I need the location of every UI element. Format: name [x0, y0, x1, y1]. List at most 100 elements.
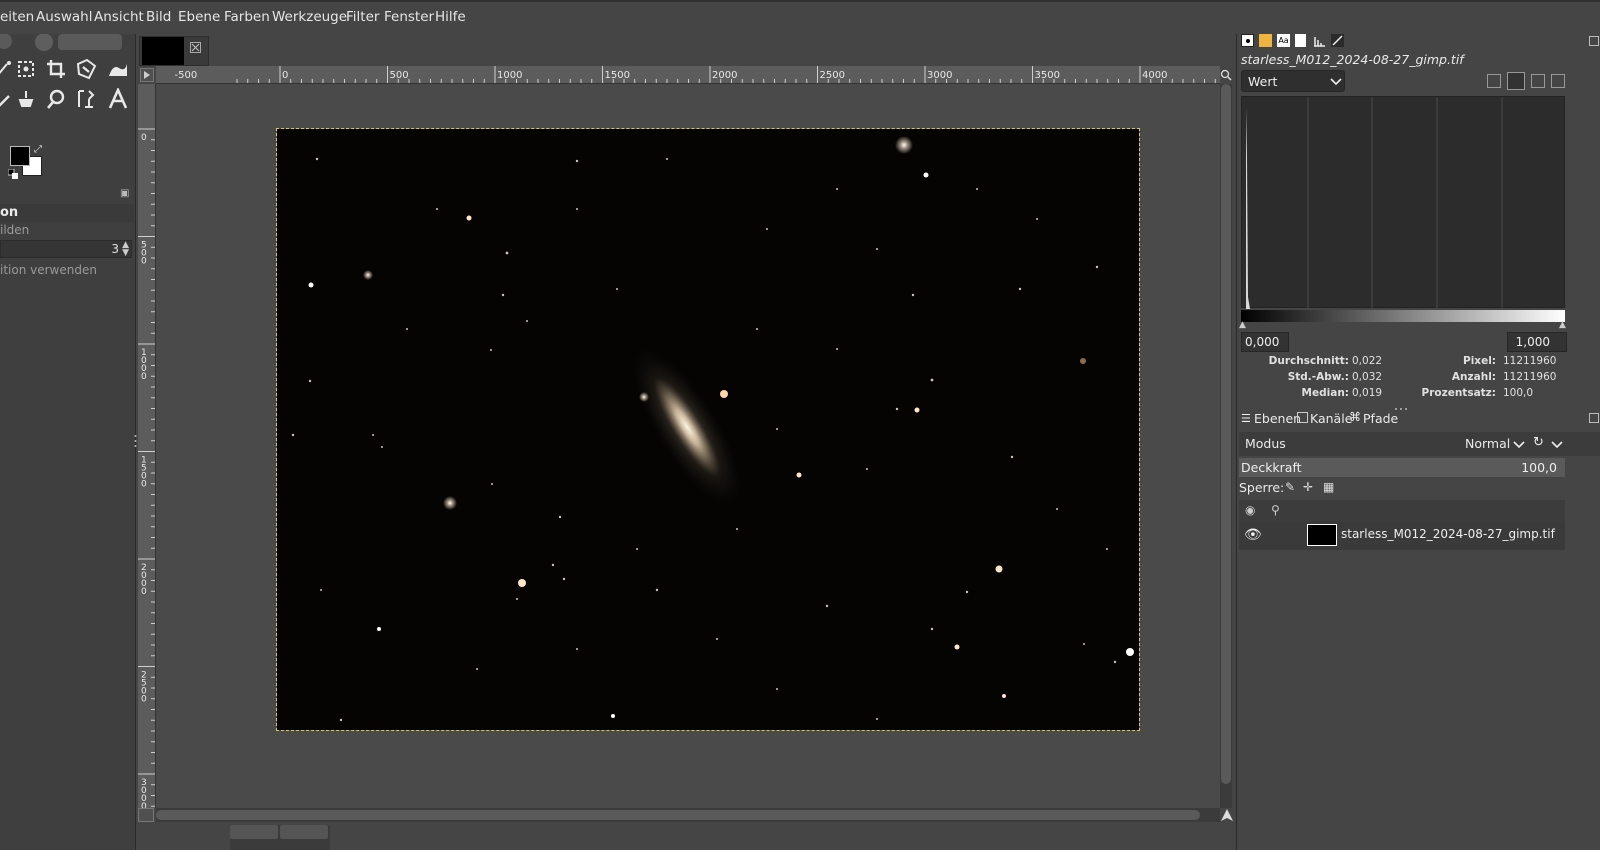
- menu-help[interactable]: Hilfe: [435, 9, 466, 25]
- close-tab-icon[interactable]: [190, 42, 201, 53]
- zoom-image-icon[interactable]: [1220, 68, 1232, 82]
- dock-configure-icon[interactable]: ▣: [120, 188, 129, 199]
- swap-colors-icon[interactable]: ⤢: [34, 144, 42, 155]
- ruler-label: 1500: [605, 70, 630, 81]
- range-min-input[interactable]: 0,000: [1241, 332, 1289, 352]
- histogram-gradient-bar: [1241, 310, 1565, 322]
- ruler-label: 0: [141, 695, 147, 705]
- tab-paths[interactable]: Pfade: [1363, 411, 1398, 426]
- stat-stddev-label: Std.-Abw.:: [1287, 371, 1349, 383]
- mode-select[interactable]: Normal: [1453, 432, 1527, 456]
- chain-header-icon: ⚲: [1271, 503, 1280, 517]
- quick-mask-toggle-icon[interactable]: [140, 68, 154, 82]
- image-tab[interactable]: [139, 36, 209, 66]
- menu-select[interactable]: Auswahl: [36, 9, 92, 25]
- lock-alpha-icon[interactable]: ▦: [1323, 480, 1334, 494]
- dock-resize-handle[interactable]: [134, 434, 137, 448]
- ruler-label: 0: [141, 257, 147, 267]
- lock-pixels-icon[interactable]: ✎: [1285, 480, 1295, 494]
- tab-tool-options-icon[interactable]: [1241, 34, 1254, 47]
- pointer-info-toggle[interactable]: [138, 808, 154, 822]
- unified-transform-tool-icon[interactable]: [74, 57, 98, 81]
- tab-brushes-icon[interactable]: [1331, 34, 1344, 47]
- composite-mode-select[interactable]: ↻: [1531, 432, 1567, 456]
- unit-selector[interactable]: [230, 825, 278, 839]
- vertical-scrollbar[interactable]: [1220, 84, 1232, 808]
- zoom-selector[interactable]: [280, 825, 328, 839]
- layer-list-header: ◉ ⚲: [1239, 500, 1565, 522]
- text-tool-icon[interactable]: [106, 87, 130, 111]
- vertical-scrollbar-thumb[interactable]: [1221, 84, 1231, 784]
- tab-histogram-icon[interactable]: [1313, 34, 1326, 47]
- layers-dock-menu-icon[interactable]: [1589, 413, 1599, 423]
- dock-separator-handle[interactable]: [1391, 401, 1411, 410]
- clone-tool-icon[interactable]: [14, 87, 38, 111]
- lock-position-icon[interactable]: ✛: [1303, 480, 1313, 494]
- foreground-color-swatch[interactable]: [10, 146, 30, 166]
- menu-layer[interactable]: Ebene: [178, 9, 220, 25]
- histogram-scale-buttons: [1487, 72, 1597, 90]
- tab-colors-icon[interactable]: [1259, 34, 1272, 47]
- layers-resize-handle[interactable]: [1238, 426, 1240, 438]
- smudge-tool-icon[interactable]: [44, 87, 68, 111]
- tool-option-checkbox-label[interactable]: ition verwenden: [0, 263, 97, 277]
- eye-icon[interactable]: 👁: [1244, 527, 1262, 543]
- menu-image[interactable]: Bild: [146, 9, 171, 25]
- histogram-dock-menu-icon[interactable]: [1589, 36, 1599, 46]
- scale-option-icon[interactable]: [1531, 74, 1545, 88]
- ruler-label: 0: [282, 70, 288, 81]
- range-max-value: 1,000: [1515, 335, 1550, 349]
- ruler-label: -500: [175, 70, 198, 81]
- range-low-handle-icon[interactable]: ▲: [1239, 320, 1246, 330]
- fg-bg-color-selector[interactable]: ⤢: [7, 144, 44, 180]
- navigate-icon[interactable]: [1220, 808, 1234, 822]
- log-scale-icon[interactable]: [1507, 72, 1525, 90]
- ruler-label: 500: [390, 70, 409, 81]
- layer-name[interactable]: starless_M012_2024-08-27_gimp.tif: [1341, 527, 1555, 541]
- image-tab-strip: [136, 34, 1236, 66]
- horizontal-scrollbar[interactable]: [156, 808, 1220, 822]
- tool-option-spin[interactable]: 3 ▲ ▼: [0, 240, 132, 258]
- default-colors-icon[interactable]: [7, 168, 18, 179]
- mode-label: Modus: [1245, 436, 1286, 451]
- horizontal-scrollbar-thumb[interactable]: [156, 810, 1200, 820]
- linear-scale-icon[interactable]: [1487, 74, 1501, 88]
- warp-transform-tool-icon[interactable]: [106, 57, 130, 81]
- histogram-plot[interactable]: [1241, 96, 1565, 309]
- rect-select-tool-icon[interactable]: [14, 57, 38, 81]
- ruler-label: 0: [141, 480, 147, 490]
- tab-fonts-icon[interactable]: Aa: [1277, 34, 1290, 47]
- layer-mode-row: Modus Normal ↻: [1239, 432, 1600, 456]
- tab-channels[interactable]: Kanäle: [1310, 411, 1352, 426]
- stat-percentile-value: 100,0: [1503, 387, 1534, 399]
- image-canvas[interactable]: [276, 128, 1140, 731]
- menu-filters[interactable]: Filter: [346, 9, 379, 25]
- ruler-label: 2500: [820, 70, 845, 81]
- range-min-value: 0,000: [1245, 335, 1280, 349]
- tab-document-icon[interactable]: [1295, 34, 1306, 47]
- scale-option-2-icon[interactable]: [1551, 74, 1565, 88]
- horizontal-ruler[interactable]: -500 0 500 1000 1500 2000 2500 3000 3500 4000: [156, 66, 1220, 84]
- layer-row[interactable]: 👁 starless_M012_2024-08-27_gimp.tif: [1239, 522, 1565, 550]
- channel-select[interactable]: Wert: [1241, 70, 1345, 92]
- range-max-input[interactable]: 1,000: [1507, 332, 1567, 352]
- dodge-burn-tool-icon[interactable]: [74, 87, 98, 111]
- tab-layers[interactable]: Ebenen: [1254, 411, 1301, 426]
- crop-tool-icon[interactable]: [44, 57, 68, 81]
- vertical-ruler[interactable]: 050010001500200025003000: [138, 84, 156, 808]
- ruler-label: 0: [141, 133, 147, 143]
- opacity-slider[interactable]: Deckkraft 100,0: [1239, 458, 1565, 477]
- menu-windows[interactable]: Fenster: [384, 9, 434, 25]
- menubar: eiten Auswahl Ansicht Bild Ebene Farben …: [0, 0, 1600, 34]
- histogram-filename: starless_M012_2024-08-27_gimp.tif: [1241, 52, 1464, 67]
- menu-colors[interactable]: Farben: [224, 9, 270, 25]
- tool-option-sublabel: ilden: [0, 223, 30, 237]
- status-bar: [230, 825, 330, 850]
- layers-tab-bar: ☰ Ebenen Kanäle ⌘ Pfade: [1237, 408, 1600, 430]
- menu-edit[interactable]: eiten: [0, 9, 34, 25]
- stat-percentile-label: Prozentsatz:: [1421, 387, 1496, 399]
- menu-tools[interactable]: Werkzeuge: [272, 9, 347, 25]
- menu-view[interactable]: Ansicht: [94, 9, 144, 25]
- range-high-handle-icon[interactable]: ▲: [1559, 320, 1566, 330]
- spin-arrows-icon[interactable]: ▲ ▼: [122, 241, 129, 258]
